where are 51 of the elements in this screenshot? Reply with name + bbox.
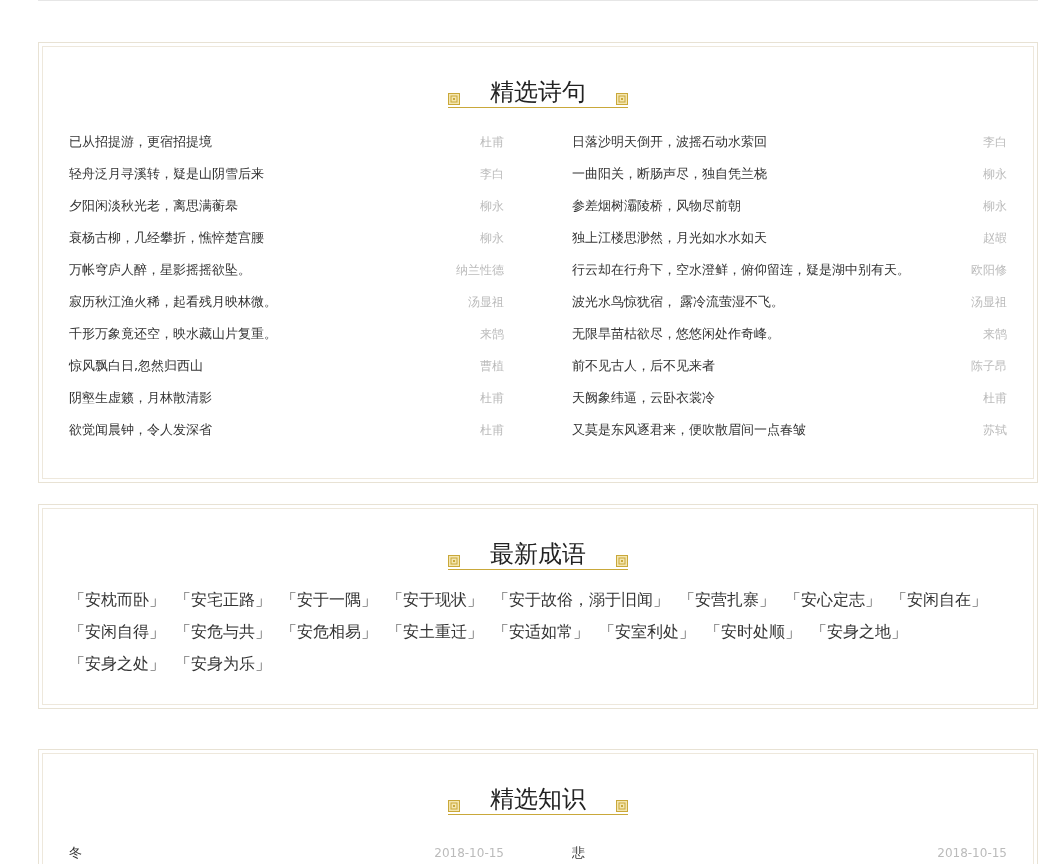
idiom-link[interactable]: 「安室利处」 (599, 616, 695, 648)
poem-line-link[interactable]: 夕阳闲淡秋光老，离思满蘅皋 (69, 197, 238, 215)
poem-line-link[interactable]: 参差烟树灞陵桥，风物尽前朝 (572, 197, 741, 215)
idiom-link[interactable]: 「安危相易」 (281, 616, 377, 648)
section-title: 最新成语 (490, 539, 586, 569)
date-label: 2018-10-15 (434, 846, 504, 860)
date-label: 2018-10-15 (937, 846, 1007, 860)
idiom-link[interactable]: 「安身之地」 (811, 616, 907, 648)
idiom-link[interactable]: 「安危与共」 (175, 616, 271, 648)
idiom-link[interactable]: 「安时处顺」 (705, 616, 801, 648)
idiom-link[interactable]: 「安于现状」 (387, 584, 483, 616)
poem-line-link[interactable]: 天阙象纬逼，云卧衣裳冷 (572, 389, 715, 407)
knowledge-link[interactable]: 冬 (69, 844, 82, 862)
poem-line-link[interactable]: 衰杨古柳，几经攀折，憔悴楚宫腰 (69, 229, 264, 247)
poem-line-link[interactable]: 波光水鸟惊犹宿， 露冷流萤湿不飞。 (572, 293, 785, 311)
fret-ornament-icon (616, 800, 628, 812)
poem-line-link[interactable]: 千形万象竟还空，映水藏山片复重。 (69, 325, 277, 343)
poem-line-link[interactable]: 惊风飘白日,忽然归西山 (69, 357, 204, 375)
knowledge-link[interactable]: 悲 (572, 844, 585, 862)
idiom-link[interactable]: 「安闲自在」 (891, 584, 987, 616)
poem-line-link[interactable]: 已从招提游，更宿招提境 (69, 133, 212, 151)
idiom-link[interactable]: 「安枕而卧」 (69, 584, 165, 616)
idiom-link[interactable]: 「安于故俗，溺于旧闻」 (493, 584, 669, 616)
poem-line-link[interactable]: 无限旱苗枯欲尽，悠悠闲处作奇峰。 (572, 325, 780, 343)
idiom-link[interactable]: 「安闲自得」 (69, 616, 165, 648)
idiom-link[interactable]: 「安身为乐」 (175, 648, 271, 680)
section-title: 精选诗句 (490, 77, 586, 107)
poem-line-link[interactable]: 欲觉闻晨钟，令人发深省 (69, 421, 212, 439)
poem-line-link[interactable]: 寂历秋江渔火稀，起看残月映林微。 (69, 293, 277, 311)
poem-line-link[interactable]: 行云却在行舟下，空水澄鲜，俯仰留连，疑是湖中别有天。 (572, 261, 910, 279)
poem-line-link[interactable]: 独上江楼思渺然，月光如水水如天 (572, 229, 767, 247)
idiom-link[interactable]: 「安于一隅」 (281, 584, 377, 616)
poem-line-link[interactable]: 万帐穹庐人醉，星影摇摇欲坠。 (69, 261, 251, 279)
poem-line-link[interactable]: 日落沙明天倒开，波摇石动水萦回 (572, 133, 767, 151)
section-title: 精选知识 (490, 784, 586, 814)
poem-line-link[interactable]: 轻舟泛月寻溪转，疑是山阴雪后来 (69, 165, 264, 183)
idiom-link[interactable]: 「安土重迁」 (387, 616, 483, 648)
poem-line-link[interactable]: 前不见古人，后不见来者 (572, 357, 715, 375)
fret-ornament-icon (616, 93, 628, 105)
fret-ornament-icon (448, 93, 460, 105)
poem-line-link[interactable]: 又莫是东风逐君来，便吹散眉间一点春皱 (572, 421, 806, 439)
fret-ornament-icon (448, 555, 460, 567)
fret-ornament-icon (616, 555, 628, 567)
idiom-link[interactable]: 「安营扎寨」 (679, 584, 775, 616)
poem-line-link[interactable]: 阴壑生虚籁，月林散清影 (69, 389, 212, 407)
idiom-link[interactable]: 「安身之处」 (69, 648, 165, 680)
idiom-link[interactable]: 「安适如常」 (493, 616, 589, 648)
idiom-link[interactable]: 「安宅正路」 (175, 584, 271, 616)
poem-line-link[interactable]: 一曲阳关，断肠声尽，独自凭兰桡 (572, 165, 767, 183)
fret-ornament-icon (448, 800, 460, 812)
idiom-link[interactable]: 「安心定志」 (785, 584, 881, 616)
